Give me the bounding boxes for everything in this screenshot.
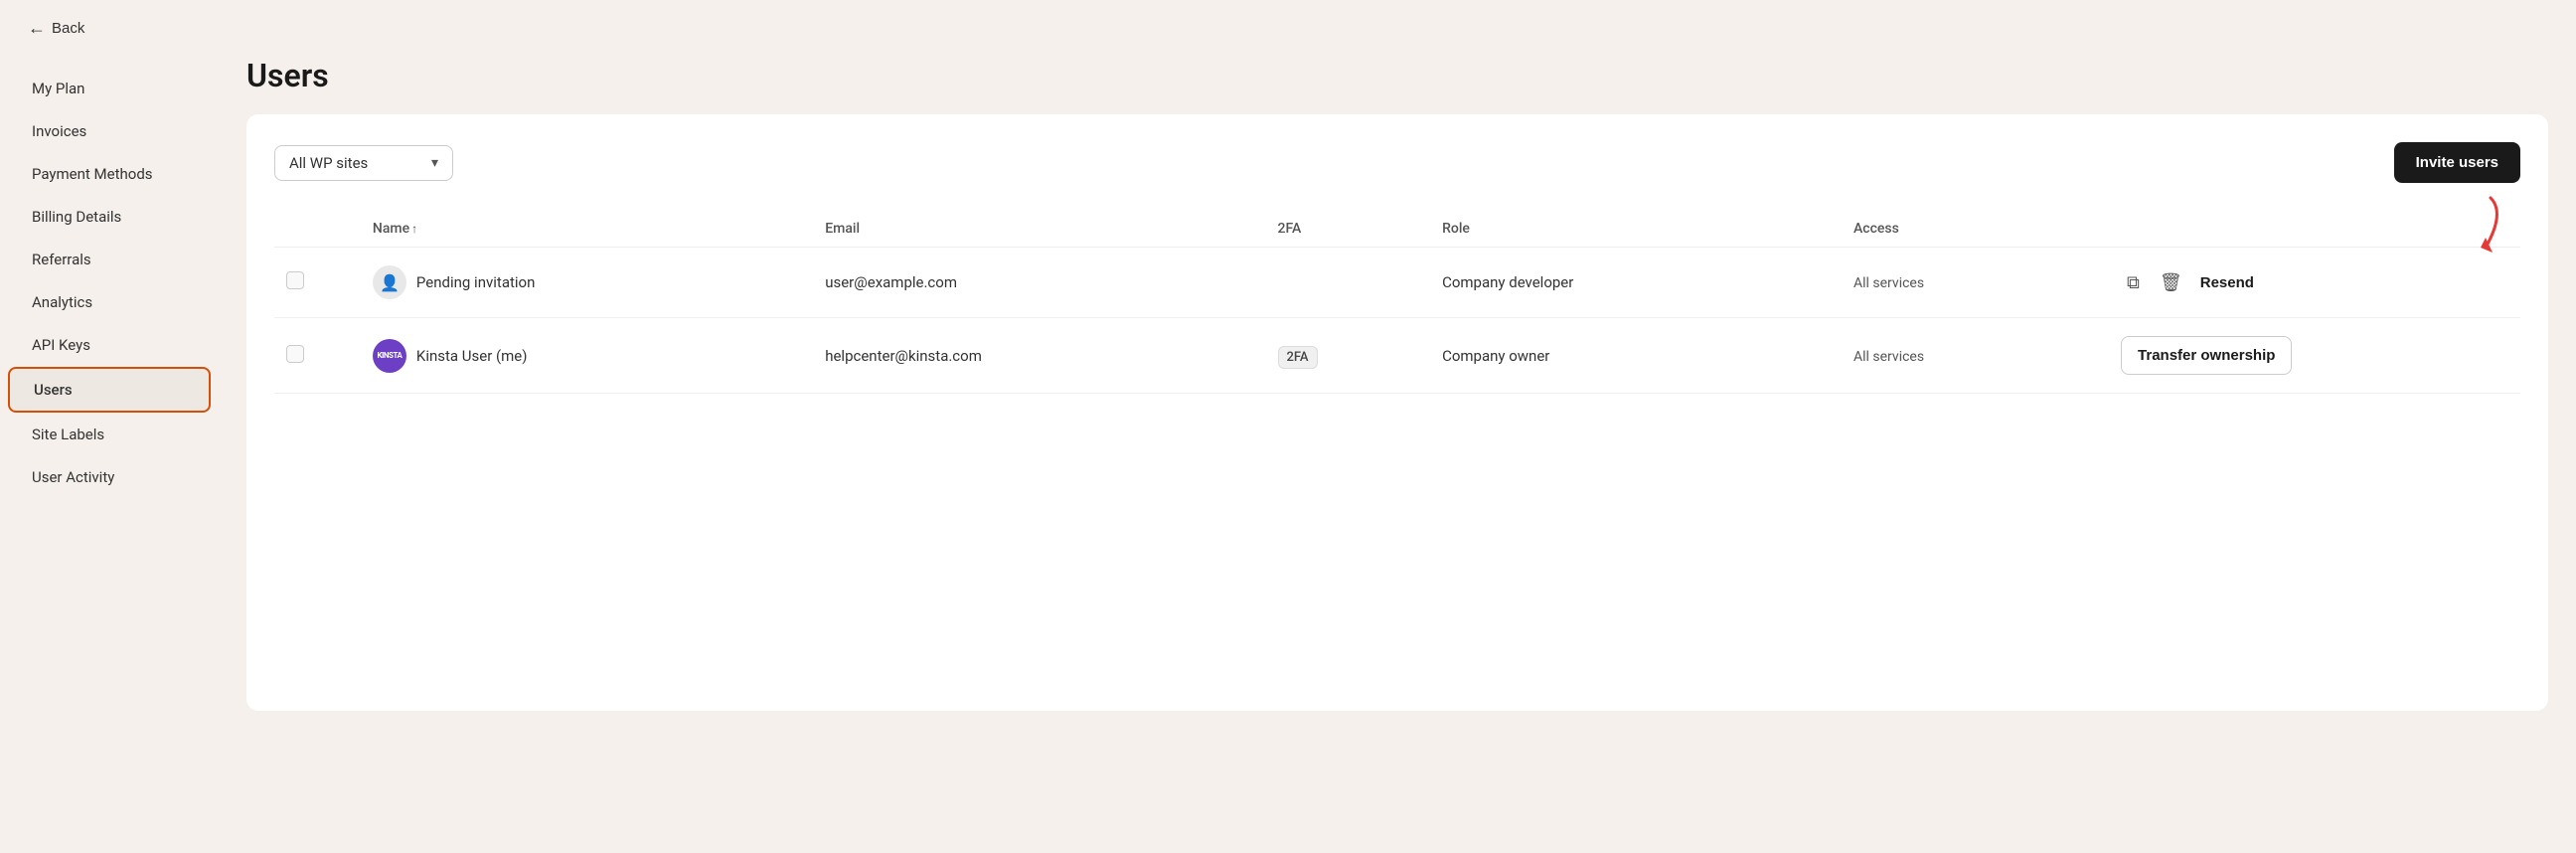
sidebar: My PlanInvoicesPayment MethodsBilling De… bbox=[0, 57, 219, 853]
filter-label: All WP sites bbox=[289, 154, 368, 172]
content-area: Users All WP sites ▾ Invite users Name↑ … bbox=[219, 57, 2576, 853]
user-role: Company owner bbox=[1430, 318, 1842, 394]
table-row: KINSTA Kinsta User (me) helpcenter@kinsta.… bbox=[274, 318, 2520, 394]
col-header-role: Role bbox=[1430, 211, 1842, 248]
sidebar-item-referrals[interactable]: Referrals bbox=[8, 239, 211, 280]
table-row: 👤 Pending invitation user@example.com Compa… bbox=[274, 248, 2520, 318]
sidebar-item-invoices[interactable]: Invoices bbox=[8, 110, 211, 152]
transfer-ownership-button[interactable]: Transfer ownership bbox=[2121, 336, 2292, 375]
user-email: helpcenter@kinsta.com bbox=[813, 318, 1265, 394]
user-email: user@example.com bbox=[813, 248, 1265, 318]
page-title: Users bbox=[246, 57, 2548, 94]
avatar: KINSTA bbox=[373, 339, 406, 373]
col-header-name: Name↑ bbox=[361, 211, 813, 248]
user-access: All services bbox=[1853, 275, 1924, 291]
col-header-access: Access bbox=[1842, 211, 2109, 248]
delete-button[interactable]: 🗑 bbox=[2154, 266, 2188, 299]
user-name: Pending invitation bbox=[416, 273, 535, 291]
users-table: Name↑ Email 2FA Role Access 👤 Pending inv… bbox=[274, 211, 2520, 394]
chevron-down-icon: ▾ bbox=[431, 155, 438, 171]
row-checkbox[interactable] bbox=[286, 271, 304, 289]
twofa-badge: 2FA bbox=[1278, 346, 1318, 369]
sidebar-item-user-activity[interactable]: User Activity bbox=[8, 456, 211, 498]
sidebar-item-analytics[interactable]: Analytics bbox=[8, 281, 211, 323]
content-card: All WP sites ▾ Invite users Name↑ Email … bbox=[246, 114, 2548, 711]
sidebar-item-api-keys[interactable]: API Keys bbox=[8, 324, 211, 366]
sidebar-item-my-plan[interactable]: My Plan bbox=[8, 68, 211, 109]
sidebar-item-site-labels[interactable]: Site Labels bbox=[8, 414, 211, 455]
back-label: Back bbox=[52, 20, 84, 37]
sidebar-item-payment-methods[interactable]: Payment Methods bbox=[8, 153, 211, 195]
site-filter-select[interactable]: All WP sites ▾ bbox=[274, 145, 453, 181]
sort-icon: ↑ bbox=[411, 222, 417, 236]
avatar: 👤 bbox=[373, 265, 406, 299]
sidebar-item-billing-details[interactable]: Billing Details bbox=[8, 196, 211, 238]
back-button[interactable]: ← Back bbox=[28, 18, 84, 39]
resend-button[interactable]: Resend bbox=[2196, 274, 2258, 291]
sidebar-item-users[interactable]: Users bbox=[8, 367, 211, 413]
user-access: All services bbox=[1853, 349, 1924, 365]
toolbar: All WP sites ▾ Invite users bbox=[274, 142, 2520, 183]
col-header-twofa: 2FA bbox=[1266, 211, 1431, 248]
row-checkbox[interactable] bbox=[286, 345, 304, 363]
back-arrow-icon: ← bbox=[28, 18, 46, 39]
col-header-email: Email bbox=[813, 211, 1265, 248]
invite-users-button[interactable]: Invite users bbox=[2394, 142, 2520, 183]
user-role: Company developer bbox=[1430, 248, 1842, 318]
user-name: Kinsta User (me) bbox=[416, 347, 528, 365]
copy-link-button[interactable]: ⧉ bbox=[2121, 266, 2146, 299]
